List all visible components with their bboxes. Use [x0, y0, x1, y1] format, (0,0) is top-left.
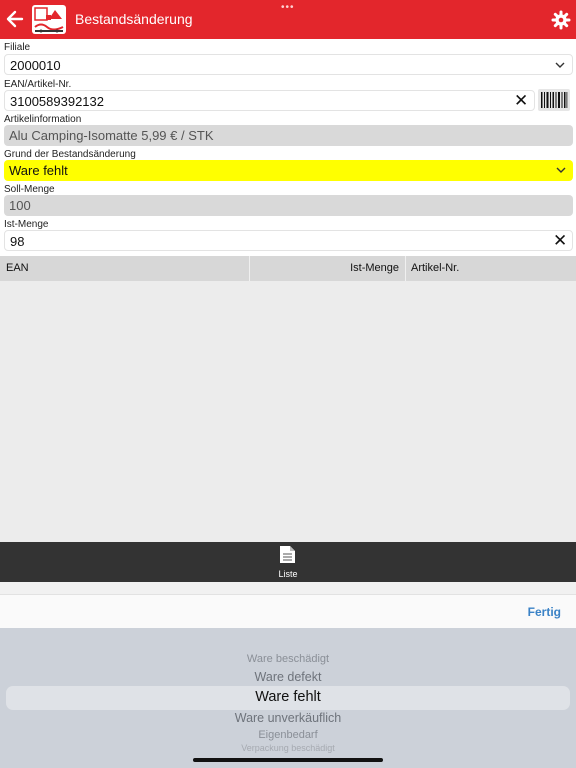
- chevron-down-icon: [556, 167, 566, 173]
- ist-value: 98: [10, 234, 25, 249]
- column-header-ean[interactable]: EAN: [6, 256, 29, 281]
- column-header-artikel-nr[interactable]: Artikel-Nr.: [411, 256, 459, 281]
- tab-bar: Liste: [0, 542, 576, 582]
- filiale-value: 2000010: [10, 58, 61, 73]
- filiale-select[interactable]: 2000010: [4, 54, 573, 75]
- home-indicator[interactable]: [193, 758, 383, 762]
- picker-option[interactable]: Ware unverkäuflich: [0, 711, 576, 725]
- app-logo: [32, 5, 66, 34]
- ean-value: 3100589392132: [10, 94, 104, 109]
- filiale-label: Filiale: [4, 42, 31, 53]
- app-header: ••• Bestandsänderung: [0, 0, 576, 39]
- grund-label: Grund der Bestandsänderung: [4, 149, 136, 160]
- soll-label: Soll-Menge: [4, 184, 55, 195]
- picker-option[interactable]: Eigenbedarf: [0, 729, 576, 741]
- picker-option[interactable]: Ware defekt: [0, 670, 576, 684]
- ist-label: Ist-Menge: [4, 219, 49, 230]
- table-body: [0, 281, 576, 542]
- column-divider: [405, 256, 406, 281]
- picker-toolbar: Fertig: [0, 594, 576, 628]
- artikelinfo-field: Alu Camping-Isomatte 5,99 € / STK: [4, 125, 573, 146]
- multitasking-dots-icon[interactable]: •••: [281, 3, 295, 13]
- ean-input[interactable]: 3100589392132: [4, 90, 535, 111]
- reason-picker-wheel[interactable]: Ware beschädigt Ware defekt Ware fehlt W…: [0, 628, 576, 768]
- document-list-icon: [280, 546, 295, 563]
- tab-liste[interactable]: Liste: [262, 542, 314, 582]
- column-header-ist-menge[interactable]: Ist-Menge: [250, 256, 399, 281]
- picker-option-selected[interactable]: Ware fehlt: [0, 689, 576, 705]
- page-title: Bestandsänderung: [75, 11, 193, 27]
- done-button[interactable]: Fertig: [528, 605, 561, 619]
- chevron-down-icon: [555, 62, 565, 68]
- grund-select[interactable]: Ware fehlt: [4, 160, 573, 181]
- soll-field: 100: [4, 195, 573, 216]
- tab-liste-label: Liste: [278, 569, 298, 579]
- picker-option[interactable]: Verpackung beschädigt: [0, 743, 576, 753]
- separator-band: [0, 582, 576, 594]
- gear-icon[interactable]: [551, 10, 571, 30]
- table-header: EAN Ist-Menge Artikel-Nr.: [0, 256, 576, 281]
- clear-ist-button[interactable]: ✕: [553, 232, 567, 249]
- clear-ean-button[interactable]: ✕: [514, 92, 528, 109]
- ist-input[interactable]: 98: [4, 230, 573, 251]
- barcode-icon: [541, 92, 568, 108]
- ean-label: EAN/Artikel-Nr.: [4, 79, 72, 90]
- artikelinfo-label: Artikelinformation: [4, 114, 82, 125]
- barcode-scan-button[interactable]: [538, 89, 570, 111]
- back-arrow-icon[interactable]: [4, 7, 26, 31]
- grund-value: Ware fehlt: [9, 163, 68, 178]
- picker-option[interactable]: Ware beschädigt: [0, 653, 576, 665]
